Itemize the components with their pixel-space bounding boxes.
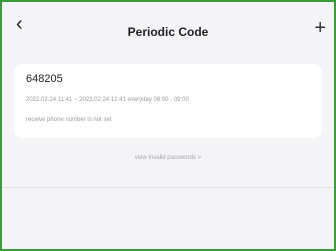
plus-icon: + [314, 17, 326, 39]
add-code-button[interactable]: + [314, 18, 326, 38]
code-card[interactable]: 648205 2022.02.24 11:41 ~ 2023.02.24 12:… [14, 64, 322, 138]
code-receiver: receive phone number is not set [26, 117, 112, 123]
page-title: Periodic Code [127, 25, 209, 39]
top-bar: ‹ Periodic Code + [2, 2, 334, 52]
app-frame: ‹ Periodic Code + 648205 2022.02.24 11:4… [0, 0, 336, 251]
bottom-area [2, 188, 334, 249]
code-period: 2022.02.24 11:41 ~ 2023.02.24 12:41 ever… [26, 97, 189, 103]
view-invalid-passwords-link[interactable]: view invalid passwords > [2, 155, 334, 161]
code-value: 648205 [26, 73, 63, 85]
